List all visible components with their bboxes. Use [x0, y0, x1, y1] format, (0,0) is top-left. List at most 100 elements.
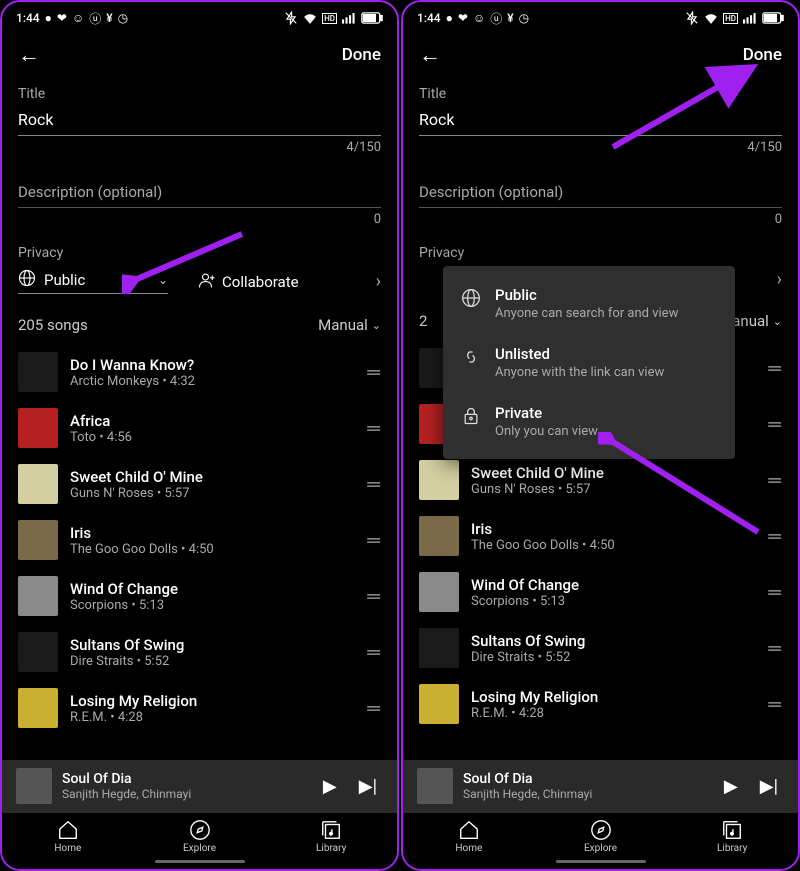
nav-label: Explore — [584, 843, 617, 854]
back-button[interactable]: ← — [18, 42, 40, 68]
bottom-nav: Home Explore Library — [2, 812, 397, 856]
song-list: Do I Wanna Know?Arctic Monkeys • 4:32═ A… — [2, 344, 397, 760]
sort-mode: Manual — [318, 316, 368, 334]
album-art — [18, 408, 58, 448]
popup-option-public[interactable]: Public Anyone can search for and view — [443, 274, 735, 333]
song-subtitle: Dire Straits • 5:52 — [70, 654, 355, 669]
description-input[interactable]: Description (optional) — [419, 173, 782, 208]
song-title: Wind Of Change — [70, 580, 355, 598]
bottom-nav: Home Explore Library — [403, 812, 798, 856]
list-item[interactable]: Do I Wanna Know?Arctic Monkeys • 4:32═ — [6, 344, 393, 400]
nav-home[interactable]: Home — [403, 819, 535, 854]
drag-handle-icon[interactable]: ═ — [768, 638, 782, 659]
album-art — [419, 572, 459, 612]
album-art — [18, 352, 58, 392]
popup-subtitle: Anyone can search for and view — [495, 306, 717, 321]
now-playing-subtitle: Sanjith Hegde, Chinmayi — [463, 787, 708, 801]
now-playing-art — [417, 768, 453, 804]
status-clock-icon: ◷ — [118, 11, 128, 25]
song-title: Africa — [70, 412, 355, 430]
status-bar: 1:44 ● ❤ ☺ ⓤ ¥ ◷ HD — [403, 2, 798, 30]
chevron-right-icon: › — [777, 269, 782, 290]
nav-home[interactable]: Home — [2, 819, 134, 854]
status-dnd-icon — [685, 11, 699, 25]
drag-handle-icon[interactable]: ═ — [768, 526, 782, 547]
drag-handle-icon[interactable]: ═ — [367, 642, 381, 663]
list-item[interactable]: Wind Of ChangeScorpions • 5:13 ═ — [6, 568, 393, 624]
popup-title: Public — [495, 286, 717, 304]
drag-handle-icon[interactable]: ═ — [367, 530, 381, 551]
nav-label: Library — [717, 843, 747, 854]
library-icon — [721, 819, 743, 841]
sort-dropdown[interactable]: Manual ⌄ — [318, 316, 381, 334]
title-label: Title — [18, 86, 381, 102]
drag-handle-icon[interactable]: ═ — [367, 362, 381, 383]
next-button[interactable]: ▶| — [754, 776, 784, 797]
done-button[interactable]: Done — [342, 45, 381, 65]
nav-library[interactable]: Library — [265, 819, 397, 854]
now-playing-title: Soul Of Dia — [62, 771, 307, 787]
nav-library[interactable]: Library — [666, 819, 798, 854]
gesture-bar — [556, 860, 646, 863]
drag-handle-icon[interactable]: ═ — [367, 586, 381, 607]
status-app-icon-2: ¥ — [507, 11, 513, 25]
drag-handle-icon[interactable]: ═ — [367, 474, 381, 495]
privacy-popup: Public Anyone can search for and view Un… — [443, 266, 735, 459]
list-item[interactable]: Sultans Of SwingDire Straits • 5:52═ — [407, 620, 794, 676]
drag-handle-icon[interactable]: ═ — [768, 694, 782, 715]
status-chat-icon: ❤ — [458, 11, 468, 25]
song-title: Losing My Religion — [70, 692, 355, 710]
song-subtitle: R.E.M. • 4:28 — [471, 706, 756, 721]
now-playing-bar[interactable]: Soul Of Dia Sanjith Hegde, Chinmayi ▶ ▶| — [403, 760, 798, 812]
gesture-bar — [155, 860, 245, 863]
list-item[interactable]: AfricaToto • 4:56═ — [6, 400, 393, 456]
drag-handle-icon[interactable]: ═ — [768, 470, 782, 491]
status-whatsapp-icon: ☺ — [473, 11, 485, 25]
album-art — [18, 520, 58, 560]
list-item[interactable]: Losing My ReligionR.E.M. • 4:28 ═ — [6, 680, 393, 736]
album-art — [419, 628, 459, 668]
album-art — [419, 516, 459, 556]
chevron-down-icon: ⌄ — [372, 319, 381, 332]
song-subtitle: Scorpions • 5:13 — [70, 598, 355, 613]
song-count: 205 songs — [18, 316, 88, 334]
home-icon — [57, 819, 79, 841]
explore-icon — [590, 819, 612, 841]
annotation-arrow — [598, 432, 768, 542]
song-subtitle: R.E.M. • 4:28 — [70, 710, 355, 725]
description-input[interactable]: Description (optional) — [18, 173, 381, 208]
now-playing-title: Soul Of Dia — [463, 771, 708, 787]
play-button[interactable]: ▶ — [718, 776, 744, 797]
song-subtitle: Guns N' Roses • 5:57 — [70, 486, 355, 501]
list-item[interactable]: Wind Of ChangeScorpions • 5:13═ — [407, 564, 794, 620]
nav-label: Home — [54, 843, 81, 854]
list-item[interactable]: Sweet Child O' MineGuns N' Roses • 5:57 ═ — [6, 456, 393, 512]
nav-label: Library — [316, 843, 346, 854]
list-item[interactable]: IrisThe Goo Goo Dolls • 4:50═ — [6, 512, 393, 568]
album-art — [18, 632, 58, 672]
list-item[interactable]: Sultans Of SwingDire Straits • 5:52═ — [6, 624, 393, 680]
status-time: 1:44 — [417, 11, 441, 25]
song-title: Sweet Child O' Mine — [70, 468, 355, 486]
song-subtitle: The Goo Goo Dolls • 4:50 — [70, 542, 355, 557]
drag-handle-icon[interactable]: ═ — [367, 698, 381, 719]
drag-handle-icon[interactable]: ═ — [768, 358, 782, 379]
play-button[interactable]: ▶ — [317, 776, 343, 797]
album-art — [18, 464, 58, 504]
nav-label: Explore — [183, 843, 216, 854]
nav-explore[interactable]: Explore — [134, 819, 266, 854]
popup-title: Unlisted — [495, 345, 717, 363]
nav-explore[interactable]: Explore — [535, 819, 667, 854]
popup-option-unlisted[interactable]: Unlisted Anyone with the link can view — [443, 333, 735, 392]
link-icon — [461, 347, 481, 367]
back-button[interactable]: ← — [419, 42, 441, 68]
list-item[interactable]: Losing My ReligionR.E.M. • 4:28 ═ — [407, 676, 794, 732]
song-title: Losing My Religion — [471, 688, 756, 706]
drag-handle-icon[interactable]: ═ — [768, 414, 782, 435]
drag-handle-icon[interactable]: ═ — [768, 582, 782, 603]
title-input[interactable]: Rock — [18, 104, 381, 136]
next-button[interactable]: ▶| — [353, 776, 383, 797]
status-bar: 1:44 ● ❤ ☺ ⓤ ¥ ◷ HD — [2, 2, 397, 30]
now-playing-bar[interactable]: Soul Of Dia Sanjith Hegde, Chinmayi ▶ ▶| — [2, 760, 397, 812]
drag-handle-icon[interactable]: ═ — [367, 418, 381, 439]
